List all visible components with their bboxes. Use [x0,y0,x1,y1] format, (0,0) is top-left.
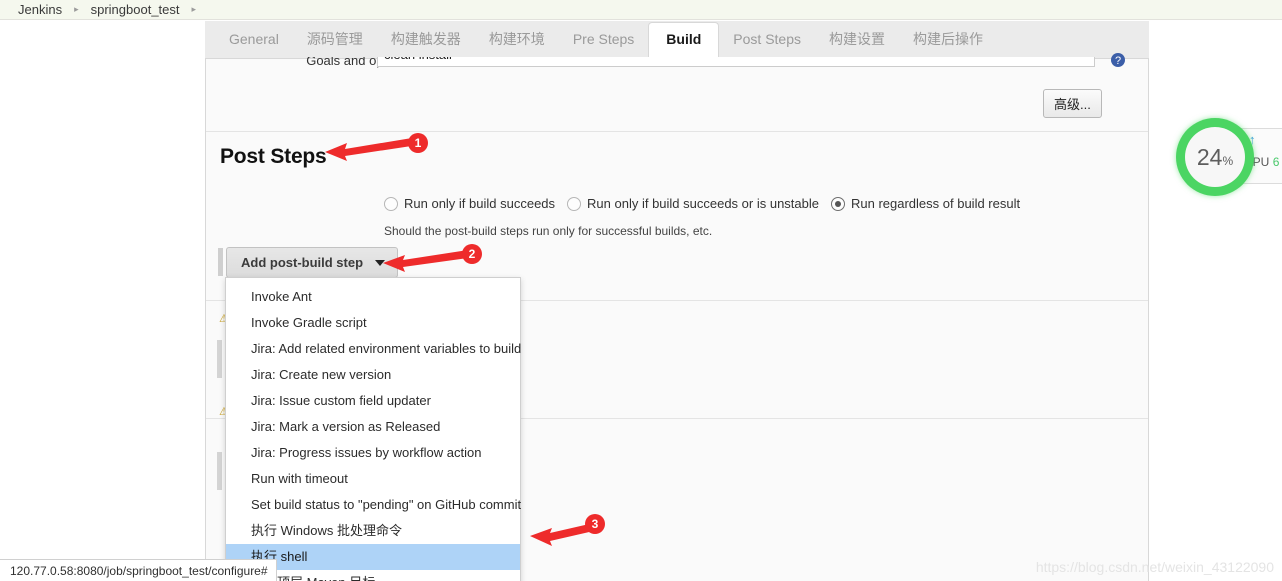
radio-label-unstable: Run only if build succeeds or is unstabl… [587,196,819,211]
post-steps-divider [206,131,1148,132]
menu-item-set-build-status[interactable]: Set build status to "pending" on GitHub … [226,492,521,518]
breadcrumb-separator-2-icon: ▸ [191,4,197,14]
goals-input[interactable] [377,57,1095,67]
menu-item-invoke-gradle[interactable]: Invoke Gradle script [226,310,520,336]
annotation-badge-2: 2 [462,244,482,264]
tab-general[interactable]: General [215,22,293,58]
menu-item-jira-progress-issues[interactable]: Jira: Progress issues by workflow action [226,440,520,466]
post-build-step-dropdown: Invoke Ant Invoke Gradle script Jira: Ad… [225,277,521,581]
tab-build-environment[interactable]: 构建环境 [475,22,559,58]
menu-item-jira-custom-field[interactable]: Jira: Issue custom field updater [226,388,520,414]
cpu-unit: % [1222,154,1234,168]
tab-build-settings[interactable]: 构建设置 [815,22,899,58]
annotation-badge-1: 1 [408,133,428,153]
add-post-build-step-button[interactable]: Add post-build step [226,247,399,278]
add-post-build-step-label: Add post-build step [241,255,364,270]
watermark: https://blog.csdn.net/weixin_43122090 [1035,559,1274,575]
post-steps-radio-group: Run only if build succeeds Run only if b… [384,196,1032,211]
cpu-gauge-center: 24 % [1185,127,1245,187]
breadcrumb: Jenkins ▸ springboot_test ▸ [0,0,1282,20]
svg-text:?: ? [1115,55,1121,67]
radio-run-if-succeeds[interactable]: Run only if build succeeds [384,196,555,211]
drag-grip-2[interactable] [217,452,222,490]
breadcrumb-item-jenkins[interactable]: Jenkins [16,2,64,17]
cpu-value: 24 [1196,144,1223,170]
advanced-button[interactable]: 高级... [1043,89,1102,118]
radio-icon-regardless [831,196,845,211]
breadcrumb-item-project[interactable]: springboot_test [89,2,182,17]
radio-icon-unstable [567,196,582,211]
status-bar-url: 120.77.0.58:8080/job/springboot_test/con… [10,563,268,578]
menu-item-jira-mark-released[interactable]: Jira: Mark a version as Released [226,414,520,440]
annotation-badge-3: 3 [585,514,605,534]
annotation-arrow-2 [383,250,468,272]
drag-grip-button[interactable] [218,248,223,276]
menu-item-run-with-timeout[interactable]: Run with timeout [226,466,520,492]
radio-icon-succeeds [384,196,398,211]
breadcrumb-separator-icon: ▸ [74,4,79,14]
tab-build-triggers[interactable]: 构建触发器 [377,22,475,58]
goals-and-options-row: Goals and options [205,57,1149,77]
menu-item-jira-add-env-vars[interactable]: Jira: Add related environment variables … [226,336,521,362]
tab-source-management[interactable]: 源码管理 [293,22,377,58]
tab-post-steps[interactable]: Post Steps [719,22,815,58]
radio-label-succeeds: Run only if build succeeds [404,196,556,211]
radio-run-if-succeeds-or-unstable[interactable]: Run only if build succeeds or is unstabl… [567,196,819,211]
radio-label-regardless: Run regardless of build result [851,196,1021,211]
menu-item-invoke-ant[interactable]: Invoke Ant [226,284,520,310]
screenshot-root: Jenkins ▸ springboot_test ▸ ⚠ ⚠ General … [0,0,1282,581]
cpu-reading: 6 [1272,155,1280,169]
drag-grip-1[interactable] [217,340,222,378]
annotation-arrow-1 [325,137,418,161]
menu-item-windows-batch[interactable]: 执行 Windows 批处理命令 [226,518,520,544]
tab-pre-steps[interactable]: Pre Steps [559,22,648,58]
page-title: Post Steps [220,145,327,168]
radio-run-regardless[interactable]: Run regardless of build result [831,196,1020,211]
menu-item-jira-create-version[interactable]: Jira: Create new version [226,362,520,388]
post-steps-help-text: Should the post-build steps run only for… [384,224,713,238]
status-bar: 120.77.0.58:8080/job/springboot_test/con… [0,559,277,581]
tab-post-build-actions[interactable]: 构建后操作 [899,22,997,58]
tab-build[interactable]: Build [648,22,720,59]
help-icon[interactable]: ? [1110,52,1126,68]
config-tabs: General 源码管理 构建触发器 构建环境 Pre Steps Build … [205,21,1149,59]
